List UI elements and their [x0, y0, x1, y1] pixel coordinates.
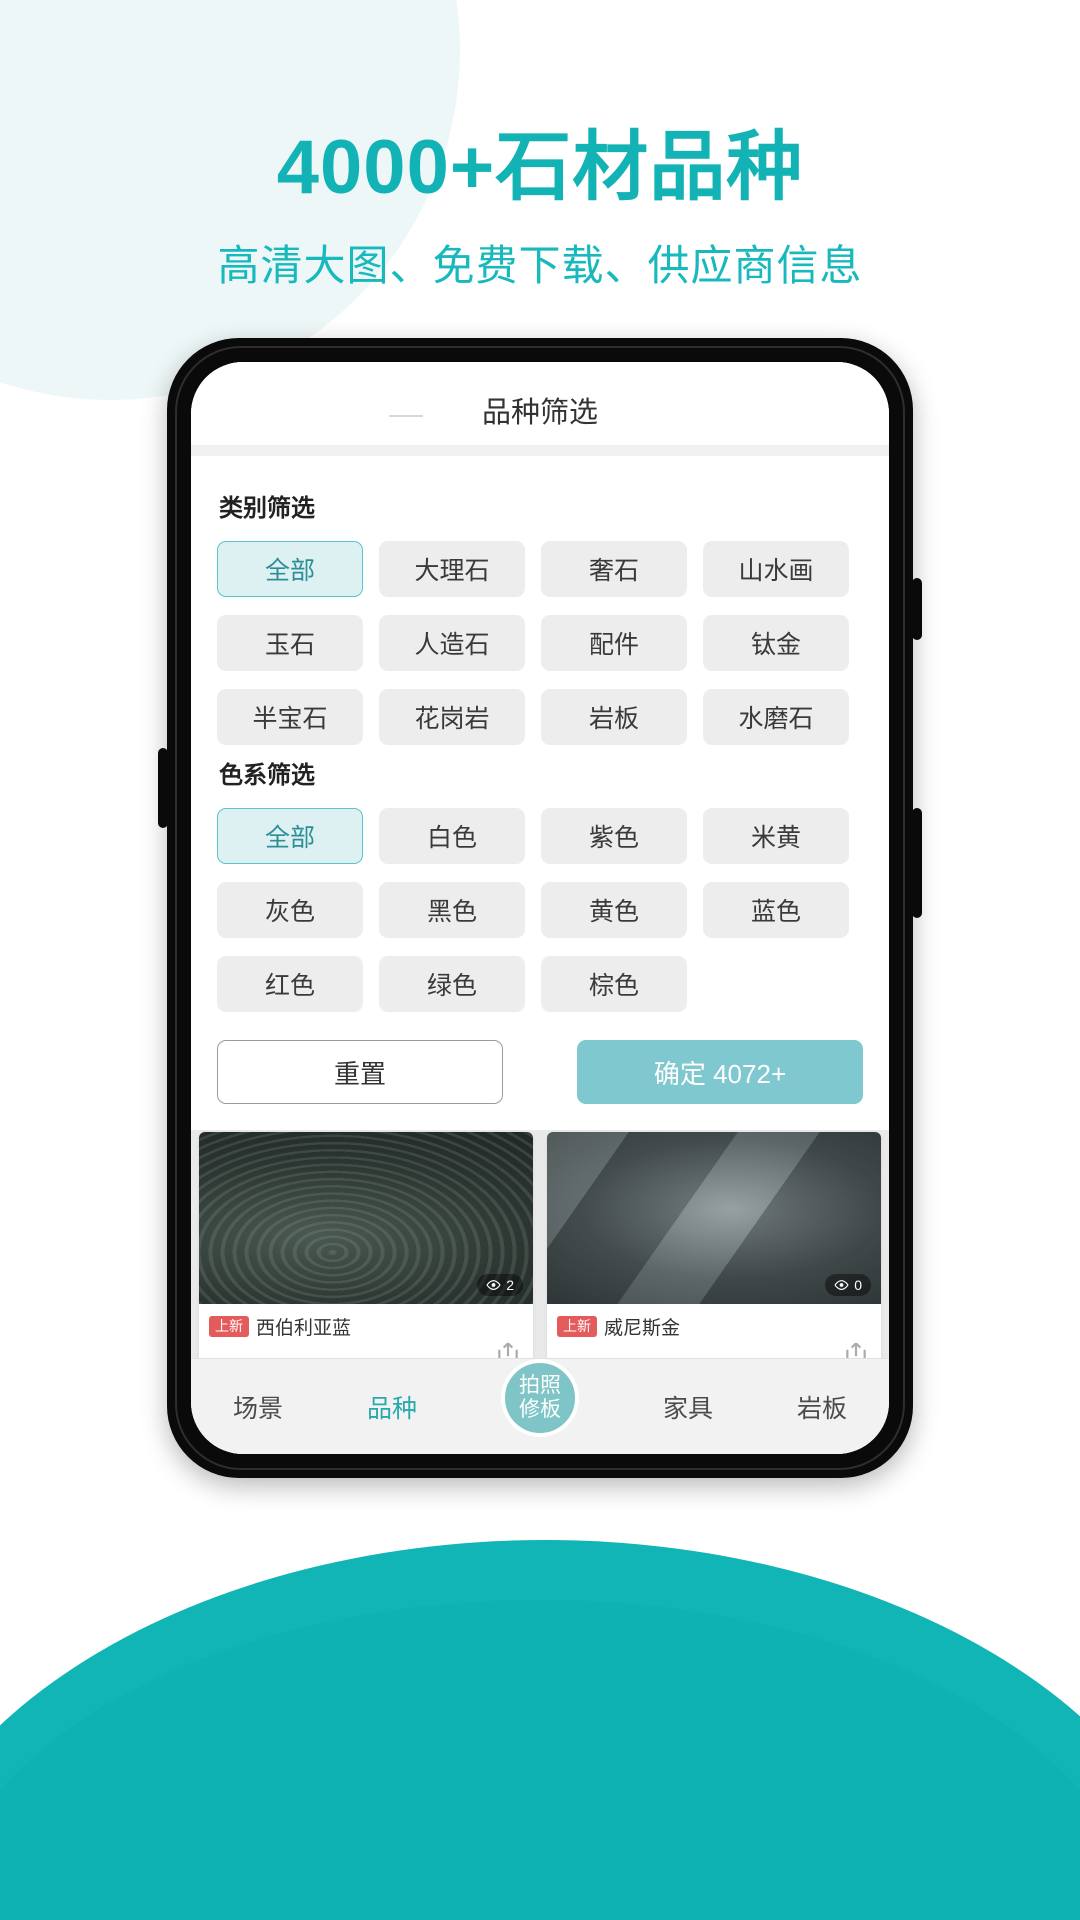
chip-color-all[interactable]: 全部	[217, 808, 363, 864]
product-name: 西伯利亚蓝	[256, 1318, 352, 1339]
chip-category-slab[interactable]: 岩板	[541, 689, 687, 745]
category-chip-group: 全部 大理石 奢石 山水画 玉石 人造石 配件 钛金 半宝石 花岗岩 岩板 水磨…	[217, 541, 863, 745]
product-card[interactable]: 2 上新 西伯利亚蓝	[199, 1132, 533, 1374]
chip-color-gray[interactable]: 灰色	[217, 882, 363, 938]
header-divider	[191, 445, 889, 456]
filter-modal-body: 类别筛选 全部 大理石 奢石 山水画 玉石 人造石 配件 钛金 半宝石 花岗岩 …	[191, 456, 889, 1022]
tab-photo-edit-line1: 拍照	[518, 1374, 561, 1398]
chip-category-accessories[interactable]: 配件	[541, 615, 687, 671]
tab-photo-edit-line2: 修板	[518, 1397, 561, 1421]
phone-button-right-bottom[interactable]	[912, 808, 922, 918]
chip-color-brown[interactable]: 棕色	[541, 956, 687, 1012]
promo-page: 4000+石材品种 高清大图、免费下载、供应商信息 2 上新 西伯利亚蓝 0 上…	[0, 0, 1080, 1920]
product-image: 2	[199, 1132, 533, 1304]
chip-category-jade[interactable]: 玉石	[217, 615, 363, 671]
eye-icon	[486, 1280, 501, 1290]
view-count-value: 0	[854, 1277, 862, 1293]
bottom-tabbar: 场景 品种 拍照 修板 家具 岩板	[191, 1358, 889, 1454]
product-name-row: 上新 威尼斯金	[557, 1313, 871, 1340]
promo-subheadline: 高清大图、免费下载、供应商信息	[217, 242, 863, 289]
chip-category-titanium[interactable]: 钛金	[703, 615, 849, 671]
section-title-color: 色系筛选	[219, 762, 315, 789]
product-name: 威尼斯金	[604, 1318, 681, 1339]
chip-color-green[interactable]: 绿色	[379, 956, 525, 1012]
chip-category-all[interactable]: 全部	[217, 541, 363, 597]
phone-screen: 2 上新 西伯利亚蓝 0 上新 威尼斯金 场景 品种 拍照 修板 家具 岩板 品…	[191, 362, 889, 1454]
product-name-row: 上新 西伯利亚蓝	[209, 1313, 523, 1340]
tab-scene[interactable]: 场景	[233, 1389, 283, 1425]
eye-icon	[834, 1280, 849, 1290]
chip-category-granite[interactable]: 花岗岩	[379, 689, 525, 745]
product-card-list: 2 上新 西伯利亚蓝 0 上新 威尼斯金	[191, 1132, 889, 1374]
new-badge: 上新	[209, 1316, 249, 1337]
tab-variety[interactable]: 品种	[367, 1389, 417, 1425]
chip-category-marble[interactable]: 大理石	[379, 541, 525, 597]
filter-modal: 品种筛选 类别筛选 全部 大理石 奢石 山水画 玉石 人造石 配件 钛金 半宝石	[191, 362, 889, 1130]
chip-category-landscape[interactable]: 山水画	[703, 541, 849, 597]
chip-category-terrazzo[interactable]: 水磨石	[703, 689, 849, 745]
tab-photo-edit-button[interactable]: 拍照 修板	[500, 1358, 579, 1437]
filter-modal-header: 品种筛选	[191, 362, 889, 446]
tab-furniture[interactable]: 家具	[663, 1389, 713, 1425]
filter-modal-actions: 重置 确定 4072+	[191, 1022, 889, 1130]
chip-color-beige[interactable]: 米黄	[703, 808, 849, 864]
chip-category-semi-precious[interactable]: 半宝石	[217, 689, 363, 745]
section-title-category: 类别筛选	[219, 495, 315, 522]
chip-color-yellow[interactable]: 黄色	[541, 882, 687, 938]
new-badge: 上新	[557, 1316, 597, 1337]
back-dash-icon[interactable]	[389, 414, 423, 417]
chip-color-blue[interactable]: 蓝色	[703, 882, 849, 938]
view-count-badge: 0	[825, 1274, 871, 1296]
chip-color-red[interactable]: 红色	[217, 956, 363, 1012]
view-count-badge: 2	[477, 1274, 523, 1296]
chip-color-white[interactable]: 白色	[379, 808, 525, 864]
product-image: 0	[547, 1132, 881, 1304]
chip-color-black[interactable]: 黑色	[379, 882, 525, 938]
phone-button-right-top[interactable]	[912, 578, 922, 640]
phone-mockup: 2 上新 西伯利亚蓝 0 上新 威尼斯金 场景 品种 拍照 修板 家具 岩板 品…	[158, 338, 922, 1478]
chip-category-luxury-stone[interactable]: 奢石	[541, 541, 687, 597]
chip-category-artificial-stone[interactable]: 人造石	[379, 615, 525, 671]
product-card[interactable]: 0 上新 威尼斯金	[547, 1132, 881, 1374]
confirm-button[interactable]: 确定 4072+	[577, 1040, 863, 1104]
chip-color-purple[interactable]: 紫色	[541, 808, 687, 864]
filter-modal-title: 品种筛选	[481, 396, 598, 429]
reset-button[interactable]: 重置	[217, 1040, 503, 1104]
phone-button-left[interactable]	[158, 748, 168, 828]
color-chip-group: 全部 白色 紫色 米黄 灰色 黑色 黄色 蓝色 红色 绿色 棕色	[217, 808, 863, 1012]
tab-slab[interactable]: 岩板	[797, 1389, 847, 1425]
promo-text-block: 4000+石材品种 高清大图、免费下载、供应商信息	[0, 130, 1080, 293]
promo-headline: 4000+石材品种	[276, 125, 804, 210]
view-count-value: 2	[506, 1277, 514, 1293]
